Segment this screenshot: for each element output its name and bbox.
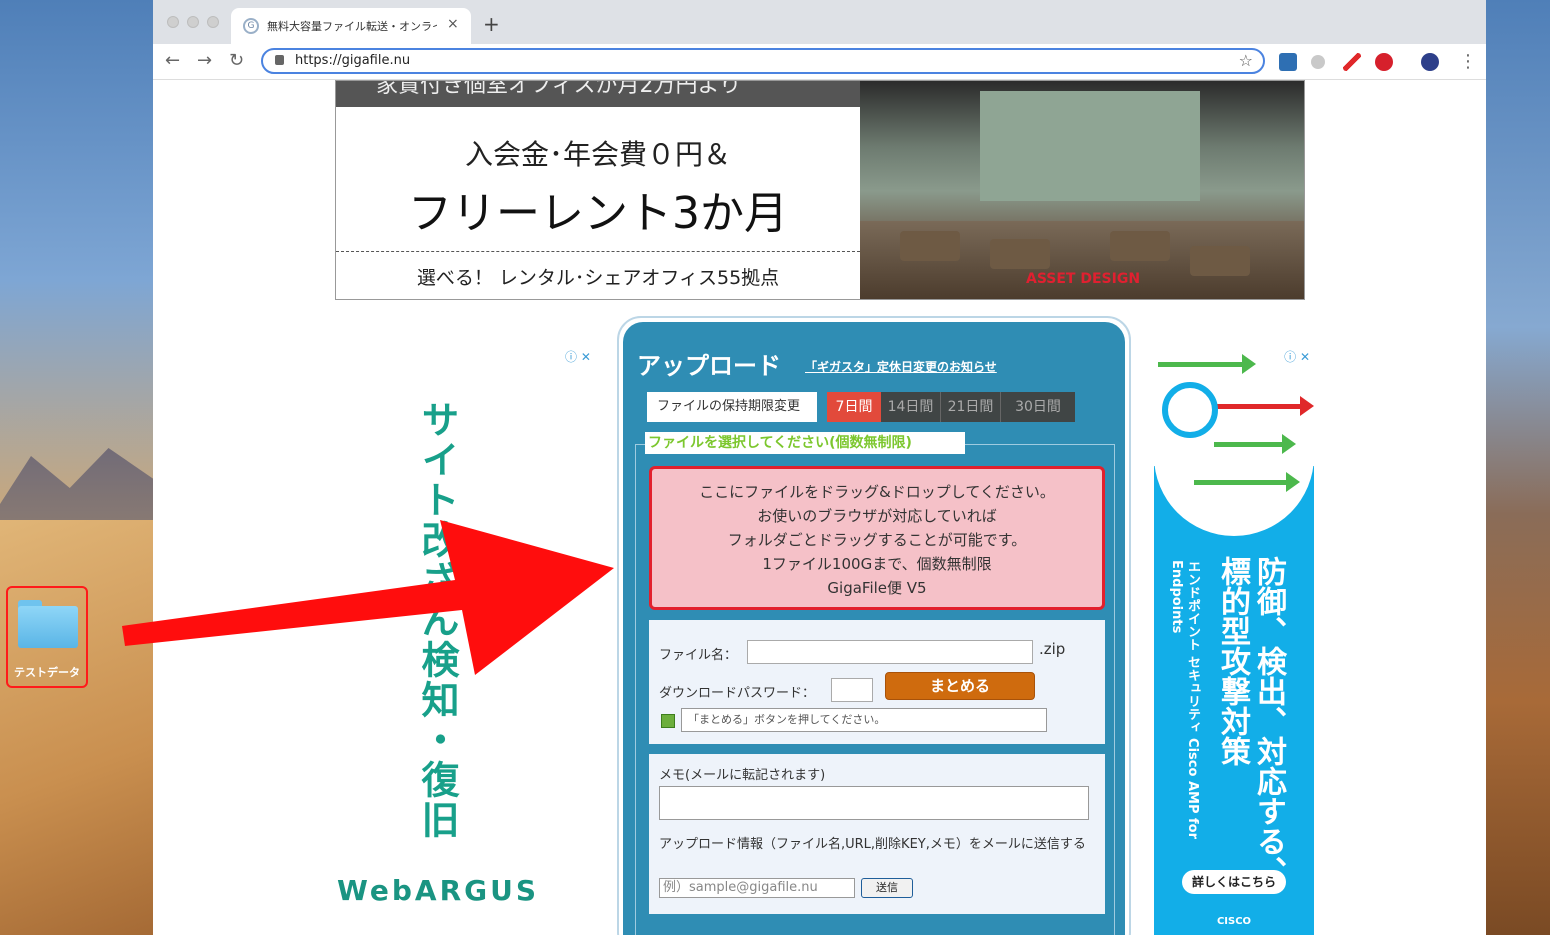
ad-choices-icon[interactable]: ⓘ ✕: [1284, 348, 1310, 365]
banner-strip-text: 家賃付き個室オフィスが月2万円より: [336, 81, 860, 107]
office-photo: ASSET DESIGN: [860, 81, 1304, 299]
email-input[interactable]: 例）sample@gigafile.nu: [659, 878, 855, 898]
drop-zone-text: フォルダごとドラッグすることが可能です。: [727, 531, 1027, 549]
retention-21-days[interactable]: 21日間: [941, 392, 1001, 422]
mail-info-text: アップロード情報（ファイル名,URL,削除KEY,メモ）をメールに送信する: [659, 837, 1086, 852]
details-button[interactable]: 詳しくはこちら: [1182, 870, 1286, 894]
upload-panel: アップロード 「ギガスタ」定休日変更のお知らせ ファイルの保持期限変更 7日間 …: [623, 322, 1125, 935]
retention-7-days[interactable]: 7日間: [827, 392, 881, 422]
webargus-logo[interactable]: WebARGUS: [337, 874, 539, 907]
extension-icon-2[interactable]: [1311, 55, 1325, 69]
pen-extension-icon[interactable]: [1343, 53, 1361, 71]
file-select-legend: ファイルを選択してください(個数無制限): [645, 432, 965, 454]
folder-icon: [18, 600, 78, 648]
retention-14-days[interactable]: 14日間: [881, 392, 941, 422]
extension-icon-4[interactable]: [1375, 53, 1393, 71]
zip-suffix: .zip: [1039, 640, 1066, 658]
drop-zone-text: GigaFile便 V5: [827, 579, 927, 597]
desktop-wallpaper-dune: [0, 520, 155, 935]
send-button[interactable]: 送信: [861, 878, 913, 898]
left-ad-vertical-text[interactable]: サイト改ざん検知・復旧: [415, 400, 465, 840]
forward-icon[interactable]: →: [197, 50, 212, 71]
memo-label: メモ(メールに転記されます): [659, 768, 826, 783]
lock-icon: [275, 55, 284, 65]
new-tab-button[interactable]: +: [483, 12, 500, 36]
password-input[interactable]: [831, 678, 873, 702]
drop-zone-text: ここにファイルをドラッグ&ドロップしてください。: [699, 483, 1055, 501]
folder-label: テストデータ: [14, 666, 80, 679]
desktop-folder[interactable]: テストデータ: [6, 586, 88, 688]
drop-zone-text: 1ファイル100Gまで、個数無制限: [762, 555, 992, 573]
upload-title: アップロード: [637, 352, 781, 380]
zoom-window-button[interactable]: [207, 16, 219, 28]
tab-close-icon[interactable]: ×: [447, 16, 459, 32]
retention-30-days[interactable]: 30日間: [1001, 392, 1075, 422]
banner-line-1: 入会金･年会費０円＆: [464, 138, 731, 171]
magnifier-icon: [1162, 382, 1218, 438]
status-message: 「まとめる」ボタンを押してください。: [681, 708, 1047, 732]
filename-label: ファイル名：: [659, 648, 738, 663]
right-ad-headline: 防御、検出、対応する、標的型攻撃対策: [1215, 556, 1286, 886]
filename-input[interactable]: [747, 640, 1033, 664]
archive-form: ファイル名： .zip ダウンロードパスワード： まとめる 「まとめる」ボタンを…: [649, 620, 1105, 744]
menu-icon[interactable]: ⋮: [1459, 51, 1477, 72]
url-text: https://gigafile.nu: [295, 53, 411, 68]
desktop-wallpaper-right: [1486, 0, 1550, 935]
address-bar[interactable]: https://gigafile.nu ☆: [261, 48, 1265, 74]
cisco-logo: CISCO: [1216, 916, 1252, 927]
banner-line-2: フリーレント3か月: [408, 188, 788, 239]
matome-button[interactable]: まとめる: [885, 672, 1035, 700]
profile-avatar[interactable]: [1421, 53, 1439, 71]
page-content: 家賃付き個室オフィスが月2万円より 入会金･年会費０円＆ フリーレント3か月 選…: [153, 80, 1486, 935]
right-side-ad[interactable]: ⓘ ✕ 防御、検出、対応する、標的型攻撃対策 エンドポイント セキュリティ Ci…: [1154, 346, 1314, 935]
banner-divider: [336, 251, 860, 252]
memo-section: メモ(メールに転記されます) アップロード情報（ファイル名,URL,削除KEY,…: [649, 754, 1105, 914]
site-favicon-icon: G: [243, 18, 259, 34]
browser-tab[interactable]: G 無料大容量ファイル転送・オンライン ×: [231, 8, 471, 44]
banner-line-3: 選べる！ レンタル･シェアオフィス55拠点: [416, 267, 780, 289]
reload-icon[interactable]: ↻: [229, 50, 244, 71]
tab-bar: G 無料大容量ファイル転送・オンライン × +: [153, 0, 1486, 44]
top-banner-ad[interactable]: 家賃付き個室オフィスが月2万円より 入会金･年会費０円＆ フリーレント3か月 選…: [335, 80, 1305, 300]
file-drop-zone[interactable]: ここにファイルをドラッグ&ドロップしてください。 お使いのブラウザが対応していれ…: [649, 466, 1105, 610]
bookmark-star-icon[interactable]: ☆: [1239, 51, 1253, 70]
asset-design-logo: ASSET DESIGN: [1026, 271, 1141, 287]
drop-zone-text: お使いのブラウザが対応していれば: [757, 507, 997, 525]
ad-choices-icon[interactable]: ⓘ ✕: [565, 348, 591, 365]
status-icon: [661, 714, 675, 728]
close-window-button[interactable]: [167, 16, 179, 28]
browser-toolbar: ← → ↻ https://gigafile.nu ☆ ⋮: [153, 44, 1486, 80]
right-ad-subline: エンドポイント セキュリティ Cisco AMP for Endpoints: [1169, 560, 1200, 839]
notice-link[interactable]: 「ギガスタ」定休日変更のお知らせ: [805, 358, 997, 375]
memo-textarea[interactable]: [659, 786, 1089, 820]
tab-title: 無料大容量ファイル転送・オンライン: [267, 20, 437, 33]
extension-icon-1[interactable]: [1279, 53, 1297, 71]
password-label: ダウンロードパスワード：: [659, 686, 816, 701]
browser-window: G 無料大容量ファイル転送・オンライン × + ← → ↻ https://gi…: [153, 0, 1486, 935]
back-icon[interactable]: ←: [165, 50, 180, 71]
retention-label: ファイルの保持期限変更: [647, 392, 817, 422]
minimize-window-button[interactable]: [187, 16, 199, 28]
